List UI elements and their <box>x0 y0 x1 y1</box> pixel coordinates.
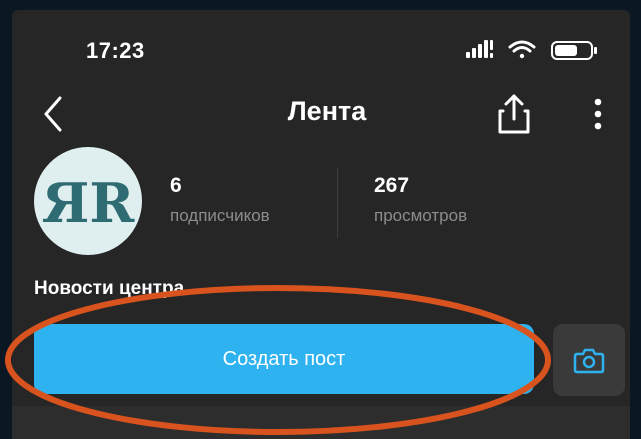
channel-logo: ЯR <box>42 171 136 235</box>
chevron-left-icon <box>44 96 62 132</box>
views-count: 267 <box>374 174 410 197</box>
status-time: 17:23 <box>86 38 145 63</box>
followers-count: 6 <box>170 174 182 197</box>
share-button[interactable] <box>494 92 534 136</box>
screenshot-frame: 17:23 Лента ЯR 6 подписчиков 267 просмот… <box>0 0 641 439</box>
stat-divider <box>337 168 338 238</box>
page-title: Лента <box>287 96 367 126</box>
followers-label: подписчиков <box>170 206 270 225</box>
more-options-button[interactable] <box>586 94 610 138</box>
camera-button[interactable] <box>553 324 625 396</box>
more-vertical-icon <box>594 98 602 130</box>
battery-icon <box>551 41 597 60</box>
views-stat: 267 просмотров <box>374 174 467 226</box>
create-post-button[interactable]: Создать пост <box>34 324 534 394</box>
share-icon <box>498 94 530 134</box>
channel-name: Новости центра <box>34 278 185 299</box>
status-icons <box>466 38 606 62</box>
views-label: просмотров <box>374 206 468 225</box>
channel-avatar[interactable]: ЯR <box>34 147 142 255</box>
wifi-icon <box>508 40 536 59</box>
cellular-signal-icon <box>466 40 493 58</box>
followers-stat[interactable]: 6 подписчиков <box>170 174 270 226</box>
camera-icon <box>573 348 605 374</box>
svg-text:ЯR: ЯR <box>42 171 136 235</box>
back-button[interactable] <box>38 92 68 136</box>
app-screen: 17:23 Лента ЯR 6 подписчиков 267 просмот… <box>12 10 630 439</box>
content-area-top <box>12 406 630 439</box>
